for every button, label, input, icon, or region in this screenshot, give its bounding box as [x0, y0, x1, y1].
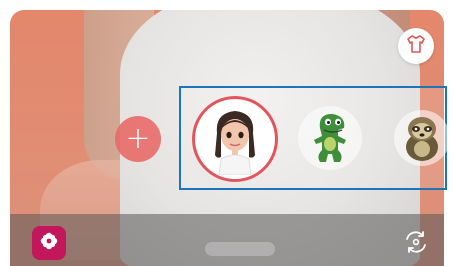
flower-icon	[39, 231, 59, 255]
dinosaur-icon	[314, 114, 346, 162]
switch-camera-button[interactable]	[400, 228, 432, 260]
sloth-icon	[406, 117, 438, 161]
add-emoji-button[interactable]: +	[115, 116, 161, 162]
effects-button[interactable]	[32, 226, 66, 260]
emoji-item-dinosaur[interactable]	[298, 106, 362, 170]
clothing-button[interactable]	[398, 28, 434, 64]
bottom-control-bar	[10, 214, 444, 266]
rotate-camera-icon	[402, 228, 430, 260]
tshirt-icon	[406, 34, 426, 58]
emoji-item-sloth[interactable]	[394, 110, 450, 166]
emoji-item-my-emoji-girl[interactable]	[192, 96, 278, 182]
girl-avatar-icon	[215, 111, 255, 175]
plus-icon: +	[125, 121, 151, 156]
bottom-bar-label	[205, 242, 275, 256]
